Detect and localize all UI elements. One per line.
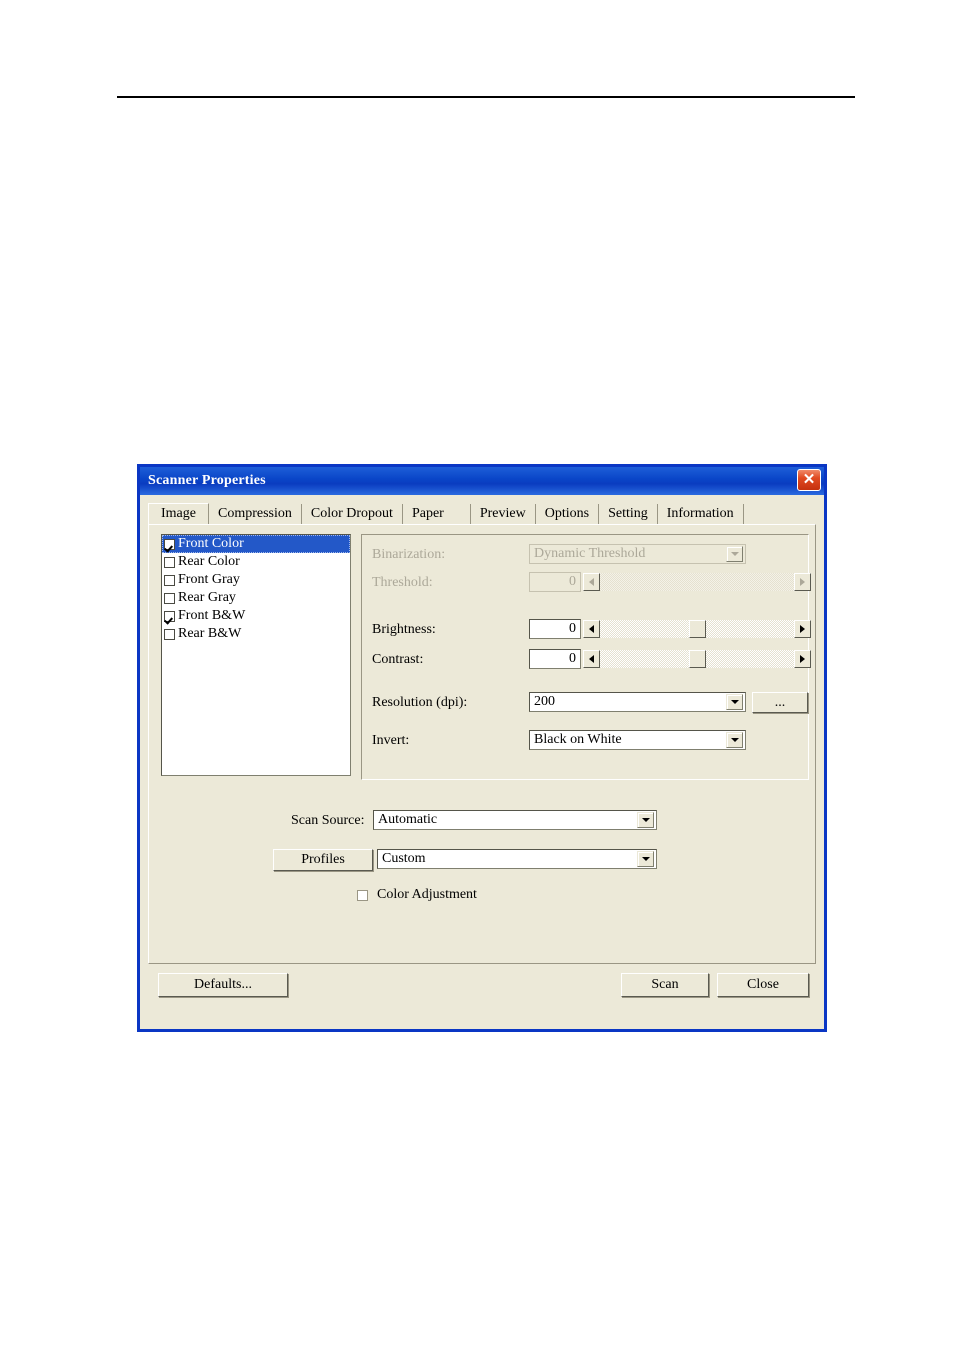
contrast-slider[interactable]	[583, 650, 811, 668]
list-item-label: Front Gray	[178, 572, 240, 587]
checkbox-icon[interactable]	[164, 538, 175, 550]
list-item-label: Rear Gray	[178, 590, 236, 605]
slider-track[interactable]	[600, 620, 794, 638]
close-button-label: Close	[747, 977, 779, 992]
tab-preview[interactable]: Preview	[470, 504, 536, 525]
scan-source-combobox[interactable]: Automatic	[373, 810, 657, 830]
list-item[interactable]: Front Gray	[162, 571, 350, 589]
checkbox-icon[interactable]	[164, 610, 175, 622]
resolution-combobox[interactable]: 200	[529, 692, 746, 712]
threshold-label: Threshold:	[372, 575, 433, 590]
binarization-label: Binarization:	[372, 547, 446, 562]
tab-color-dropout[interactable]: Color Dropout	[301, 504, 403, 525]
invert-combobox[interactable]: Black on White	[529, 730, 746, 750]
resolution-value: 200	[534, 694, 555, 709]
threshold-row: Threshold:	[372, 573, 433, 593]
binarization-combobox[interactable]: Dynamic Threshold	[529, 544, 746, 564]
list-item[interactable]: Front B&W	[162, 607, 350, 625]
slider-left-arrow-icon[interactable]	[583, 620, 600, 638]
chevron-down-icon[interactable]	[637, 851, 654, 867]
invert-row: Invert:	[372, 731, 409, 751]
scan-source-label: Scan Source:	[291, 813, 365, 828]
profiles-combobox[interactable]: Custom	[377, 849, 657, 869]
scan-button[interactable]: Scan	[621, 973, 709, 997]
checkbox-icon[interactable]	[164, 628, 175, 640]
tab-panel-image: Front Color Rear Color Front Gray Rear G…	[148, 524, 816, 964]
contrast-label: Contrast:	[372, 652, 424, 667]
list-item-label: Rear B&W	[178, 626, 242, 641]
profiles-button-label: Profiles	[301, 852, 345, 867]
checkbox-icon[interactable]	[357, 889, 368, 901]
resolution-more-label: ...	[774, 694, 786, 710]
chevron-down-icon[interactable]	[726, 732, 743, 748]
close-icon[interactable]: ✕	[797, 469, 821, 491]
list-item[interactable]: Rear B&W	[162, 625, 350, 643]
binarization-row: Binarization:	[372, 545, 445, 565]
tab-setting[interactable]: Setting	[599, 504, 658, 525]
slider-track[interactable]	[600, 573, 794, 591]
brightness-row: Brightness:	[372, 620, 436, 640]
list-item[interactable]: Rear Gray	[162, 589, 350, 607]
image-settings-groupbox: Binarization: Dynamic Threshold Threshol…	[361, 534, 811, 780]
checkbox-icon[interactable]	[164, 574, 175, 586]
defaults-button-label: Defaults...	[194, 977, 252, 992]
scanner-properties-dialog: Scanner Properties ✕ Image Compression C…	[137, 464, 827, 1032]
brightness-label: Brightness:	[372, 622, 436, 637]
resolution-row: Resolution (dpi):	[372, 693, 467, 713]
defaults-button[interactable]: Defaults...	[158, 973, 288, 997]
page-header-rule	[117, 96, 855, 98]
profiles-value: Custom	[382, 851, 426, 866]
checkbox-icon[interactable]	[164, 556, 175, 568]
list-item-label: Front B&W	[178, 608, 246, 623]
list-item-label: Rear Color	[178, 554, 240, 569]
close-button[interactable]: Close	[717, 973, 809, 997]
slider-left-arrow-icon[interactable]	[583, 573, 600, 591]
binarization-value: Dynamic Threshold	[534, 546, 646, 561]
resolution-more-button[interactable]: ...	[752, 692, 808, 713]
list-item[interactable]: Front Color	[162, 535, 350, 553]
profiles-button[interactable]: Profiles	[273, 849, 373, 871]
slider-right-arrow-icon[interactable]	[794, 620, 811, 638]
slider-right-arrow-icon[interactable]	[794, 573, 811, 591]
contrast-value[interactable]: 0	[529, 649, 581, 669]
scan-source-value: Automatic	[378, 812, 438, 827]
invert-label: Invert:	[372, 733, 410, 748]
tab-paper[interactable]: Paper	[402, 504, 471, 525]
contrast-row: Contrast:	[372, 650, 423, 670]
tab-strip: Image Compression Color Dropout Paper Pr…	[148, 501, 816, 526]
threshold-value[interactable]: 0	[529, 572, 581, 592]
tab-options[interactable]: Options	[535, 504, 600, 525]
resolution-label: Resolution (dpi):	[372, 695, 468, 710]
checkbox-icon[interactable]	[164, 592, 175, 604]
list-item-label: Front Color	[178, 536, 244, 551]
tab-image[interactable]: Image	[148, 503, 209, 526]
chevron-down-icon[interactable]	[637, 812, 654, 828]
slider-track[interactable]	[600, 650, 794, 668]
chevron-down-icon[interactable]	[726, 694, 743, 710]
scan-button-label: Scan	[651, 977, 679, 992]
color-adjustment-label: Color Adjustment	[377, 887, 477, 902]
slider-left-arrow-icon[interactable]	[583, 650, 600, 668]
brightness-value[interactable]: 0	[529, 619, 581, 639]
dialog-title: Scanner Properties	[148, 473, 266, 488]
list-item[interactable]: Rear Color	[162, 553, 350, 571]
tab-information[interactable]: Information	[657, 504, 744, 525]
slider-thumb[interactable]	[689, 620, 706, 638]
color-adjustment-row[interactable]: Color Adjustment	[357, 885, 477, 905]
tab-compression[interactable]: Compression	[208, 504, 302, 525]
slider-right-arrow-icon[interactable]	[794, 650, 811, 668]
threshold-slider[interactable]	[583, 573, 811, 591]
dialog-title-bar: Scanner Properties ✕	[140, 467, 824, 495]
invert-value: Black on White	[534, 732, 622, 747]
image-type-listbox[interactable]: Front Color Rear Color Front Gray Rear G…	[161, 534, 351, 776]
slider-thumb[interactable]	[689, 650, 706, 668]
chevron-down-icon[interactable]	[726, 546, 743, 562]
brightness-slider[interactable]	[583, 620, 811, 638]
scan-source-row: Scan Source:	[291, 811, 364, 831]
